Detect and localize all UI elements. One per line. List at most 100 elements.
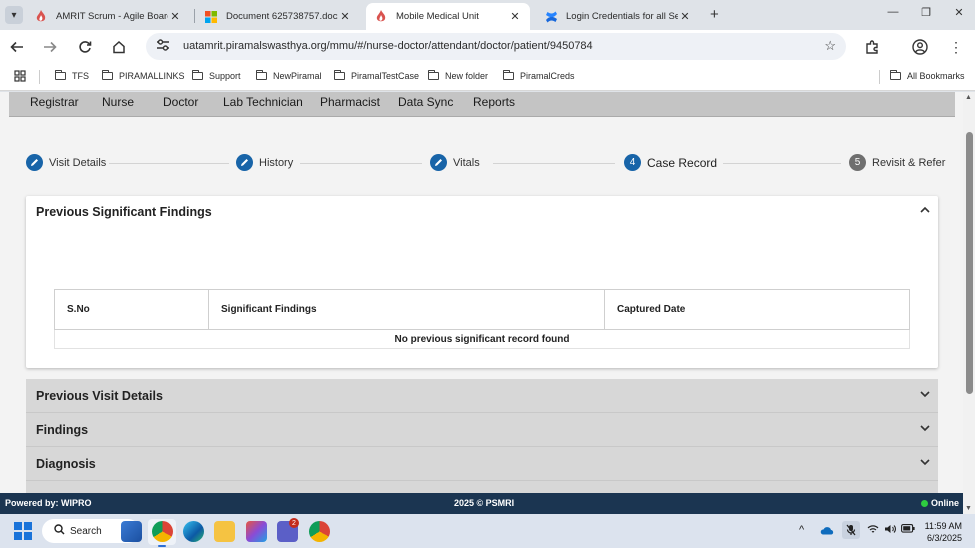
- nav-registrar[interactable]: Registrar: [30, 95, 79, 109]
- close-icon[interactable]: ✕: [508, 10, 522, 23]
- column-header-significant-findings[interactable]: Significant Findings: [208, 289, 605, 330]
- connection-status: Online: [920, 498, 959, 508]
- chevron-down-icon[interactable]: [920, 424, 930, 435]
- forward-arrow-icon[interactable]: [40, 37, 60, 57]
- folder-icon: [102, 70, 113, 80]
- bookmark-folder-piramaltestcase[interactable]: PiramalTestCase: [334, 70, 419, 81]
- empty-table-message: No previous significant record found: [54, 329, 910, 349]
- tab-search-chevron-icon[interactable]: ▾: [5, 6, 23, 24]
- close-icon[interactable]: ✕: [338, 10, 352, 23]
- bookmark-label: NewPiramal: [273, 71, 322, 81]
- microsoft-365-icon[interactable]: [246, 521, 267, 542]
- bookmarks-bar: TFS PIRAMALLINKS Support NewPiramal Pira…: [0, 63, 975, 91]
- bookmark-folder-piramalcreds[interactable]: PiramalCreds: [503, 70, 575, 81]
- chevron-down-icon[interactable]: [920, 390, 930, 401]
- tab-amrit-scrum[interactable]: AMRIT Scrum - Agile Board ✕: [26, 3, 190, 30]
- tab-document[interactable]: Document 625738757.docx ✕: [196, 3, 360, 30]
- nav-nurse[interactable]: Nurse: [102, 95, 134, 109]
- tab-title: Document 625738757.docx: [226, 11, 338, 22]
- bookmark-folder-piramallinks[interactable]: PIRAMALLINKS: [102, 70, 185, 81]
- nav-reports[interactable]: Reports: [473, 95, 515, 109]
- bookmark-folder-new-folder[interactable]: New folder: [428, 70, 489, 81]
- notification-badge: 2: [289, 518, 299, 528]
- mic-muted-icon[interactable]: [842, 521, 860, 539]
- wifi-icon[interactable]: [867, 524, 879, 537]
- card-title: Previous Significant Findings: [36, 205, 212, 219]
- volume-icon[interactable]: [884, 524, 896, 537]
- column-header-captured-date[interactable]: Captured Date: [604, 289, 910, 330]
- profile-avatar-icon[interactable]: [910, 37, 930, 57]
- nav-data-sync[interactable]: Data Sync: [398, 95, 453, 109]
- kebab-menu-icon[interactable]: ⋮: [946, 37, 966, 57]
- step-history[interactable]: History: [236, 154, 293, 171]
- folder-icon: [55, 70, 66, 80]
- previous-visit-details-panel[interactable]: Previous Visit Details: [26, 379, 938, 413]
- bookmark-label: TFS: [72, 71, 89, 81]
- scroll-up-arrow-icon[interactable]: ▲: [965, 94, 972, 101]
- findings-panel[interactable]: Findings: [26, 413, 938, 447]
- tab-mobile-medical-unit[interactable]: Mobile Medical Unit ✕: [366, 3, 530, 30]
- amrit-flame-icon: [374, 10, 388, 24]
- edge-icon[interactable]: [183, 521, 204, 542]
- battery-icon[interactable]: [901, 524, 915, 536]
- bookmark-star-icon[interactable]: ☆: [824, 38, 836, 54]
- step-number: 4: [624, 154, 641, 171]
- bookmark-folder-newpiramal[interactable]: NewPiramal: [256, 70, 322, 81]
- widgets-app-icon[interactable]: [121, 521, 142, 542]
- site-settings-icon[interactable]: [156, 39, 170, 54]
- minimize-icon[interactable]: —: [883, 6, 903, 18]
- step-revisit-refer[interactable]: 5 Revisit & Refer: [849, 154, 945, 171]
- table-row: No previous significant record found: [54, 329, 910, 349]
- microsoft-icon: [204, 10, 218, 24]
- folder-icon: [192, 70, 203, 80]
- tab-title: Login Credentials for all Serv: [566, 11, 678, 22]
- bookmark-folder-tfs[interactable]: TFS: [55, 70, 89, 81]
- chevron-up-icon[interactable]: [920, 204, 930, 216]
- extensions-icon[interactable]: [862, 37, 882, 57]
- back-arrow-icon[interactable]: [7, 37, 27, 57]
- apps-grid-icon[interactable]: [14, 70, 26, 82]
- chrome-icon[interactable]: [152, 521, 173, 542]
- step-case-record[interactable]: 4 Case Record: [624, 154, 717, 171]
- close-window-icon[interactable]: ✕: [949, 6, 969, 19]
- findings-table: S.No Significant Findings Captured Date …: [54, 289, 910, 349]
- chrome-icon[interactable]: [309, 521, 330, 542]
- bookmark-label: Support: [209, 71, 241, 81]
- tab-login-credentials[interactable]: Login Credentials for all Serv ✕: [536, 3, 700, 30]
- bookmark-label: New folder: [445, 71, 489, 81]
- chevron-up-icon[interactable]: ^: [799, 524, 804, 536]
- chevron-down-icon[interactable]: [920, 458, 930, 469]
- home-icon[interactable]: [109, 37, 129, 57]
- close-icon[interactable]: ✕: [168, 10, 182, 23]
- restore-icon[interactable]: ❐: [916, 6, 936, 19]
- step-label: Case Record: [647, 155, 718, 170]
- step-label: Revisit & Refer: [872, 156, 946, 169]
- bookmark-folder-support[interactable]: Support: [192, 70, 241, 81]
- close-icon[interactable]: ✕: [678, 10, 692, 23]
- scroll-thumb[interactable]: [966, 132, 973, 394]
- nav-lab-technician[interactable]: Lab Technician: [223, 95, 303, 109]
- nav-pharmacist[interactable]: Pharmacist: [320, 95, 380, 109]
- windows-start-icon[interactable]: [14, 522, 32, 540]
- nav-doctor[interactable]: Doctor: [163, 95, 198, 109]
- next-panel[interactable]: [26, 481, 938, 493]
- system-clock[interactable]: 11:59 AM 6/3/2025: [925, 520, 962, 544]
- step-vitals[interactable]: Vitals: [430, 154, 480, 171]
- app-footer: Powered by: WIPRO 2025 © PSMRI Online: [0, 493, 963, 514]
- confluence-icon: [544, 10, 558, 24]
- column-header-sno[interactable]: S.No: [54, 289, 209, 330]
- reload-icon[interactable]: [75, 37, 95, 57]
- scroll-down-arrow-icon[interactable]: ▼: [965, 505, 972, 512]
- step-connector: [493, 163, 615, 164]
- workflow-stepper: Visit Details History Vitals 4 Case Reco…: [0, 146, 963, 171]
- page-scrollbar[interactable]: ▲ ▼: [963, 92, 975, 514]
- table-header-row: S.No Significant Findings Captured Date: [54, 289, 910, 330]
- file-explorer-icon[interactable]: [214, 521, 235, 542]
- onedrive-cloud-icon[interactable]: [820, 526, 834, 538]
- step-visit-details[interactable]: Visit Details: [26, 154, 106, 171]
- new-tab-plus-icon[interactable]: +: [710, 6, 719, 23]
- all-bookmarks-folder[interactable]: All Bookmarks: [890, 70, 965, 81]
- step-label: History: [259, 156, 294, 169]
- diagnosis-panel[interactable]: Diagnosis: [26, 447, 938, 481]
- address-bar[interactable]: uatamrit.piramalswasthya.org/mmu/#/nurse…: [146, 33, 846, 60]
